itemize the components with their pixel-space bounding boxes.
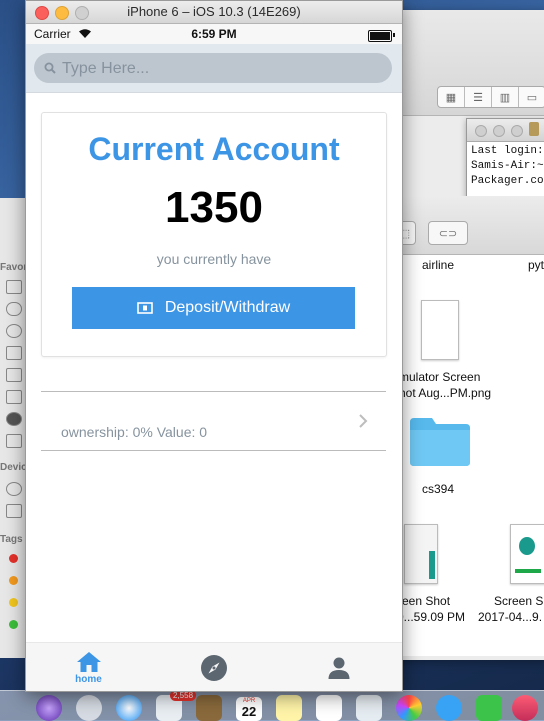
sidebar-desktop-icon[interactable] bbox=[6, 368, 22, 382]
person-icon bbox=[328, 657, 349, 679]
file-label[interactable]: cs394 bbox=[422, 482, 454, 496]
battery-tip bbox=[393, 33, 395, 37]
icon-view-icon[interactable]: ▦ bbox=[438, 87, 465, 107]
sidebar-tags-label: Tags bbox=[0, 534, 23, 545]
terminal-text: Last login: Samis-Air:~ Packager.co bbox=[467, 142, 544, 191]
terminal-window: Last login: Samis-Air:~ Packager.co bbox=[466, 118, 544, 200]
tab-profile[interactable] bbox=[276, 643, 401, 691]
simulator-title: iPhone 6 – iOS 10.3 (14E269) bbox=[127, 4, 301, 19]
account-balance: 1350 bbox=[165, 183, 263, 232]
search-input[interactable] bbox=[60, 53, 384, 85]
tag-orange[interactable] bbox=[9, 576, 18, 585]
sidebar-disk-icon[interactable] bbox=[6, 482, 22, 496]
file-label[interactable]: reen Shot bbox=[398, 594, 450, 608]
battery-icon bbox=[368, 30, 392, 42]
sidebar-doc-icon[interactable] bbox=[6, 280, 22, 294]
launchpad-icon[interactable] bbox=[76, 695, 102, 721]
siri-icon[interactable] bbox=[36, 695, 62, 721]
terminal-folder-icon bbox=[529, 122, 539, 136]
calendar-icon[interactable]: APR 22 bbox=[236, 697, 262, 721]
screenshot-thumb[interactable] bbox=[421, 300, 459, 360]
deposit-withdraw-label: Deposit/Withdraw bbox=[164, 299, 291, 316]
file-label[interactable]: hot Aug...PM.png bbox=[399, 386, 491, 400]
column-view-icon[interactable]: ▥ bbox=[492, 87, 519, 107]
window-zoom-button[interactable] bbox=[75, 6, 89, 20]
card-title: Current Account bbox=[88, 131, 340, 167]
reminders-icon[interactable] bbox=[316, 695, 342, 721]
notes-icon[interactable] bbox=[276, 695, 302, 721]
file-label[interactable]: mulator Screen bbox=[399, 370, 480, 384]
search-bar bbox=[26, 44, 402, 93]
terminal-line: Samis-Air:~ bbox=[471, 160, 544, 172]
terminal-zoom-button[interactable] bbox=[511, 125, 523, 137]
terminal-titlebar bbox=[467, 119, 544, 142]
tag-yellow[interactable] bbox=[9, 598, 18, 607]
gallery-view-icon[interactable]: ▭ bbox=[519, 87, 544, 107]
ownership-text: ownership: 0% Value: 0 bbox=[61, 424, 208, 440]
search-icon bbox=[44, 62, 56, 74]
sidebar-airdrop-icon[interactable] bbox=[6, 324, 22, 338]
contacts-icon[interactable] bbox=[196, 695, 222, 721]
tag-green[interactable] bbox=[9, 620, 18, 629]
calendar-day: 22 bbox=[241, 704, 257, 719]
terminal-line: Packager.co bbox=[471, 175, 544, 187]
list-divider-bottom bbox=[41, 450, 386, 451]
sidebar-apps-icon[interactable] bbox=[6, 346, 22, 360]
view-buttons[interactable]: ▦ ☰ ▥ ▭ bbox=[437, 86, 544, 108]
search-box[interactable] bbox=[34, 53, 392, 85]
terminal-minimize-button[interactable] bbox=[493, 125, 505, 137]
safari-icon[interactable] bbox=[116, 695, 142, 721]
sidebar-drive-icon[interactable] bbox=[6, 504, 22, 518]
file-label[interactable]: airline bbox=[422, 258, 454, 272]
dock: 2,558 APR 22 bbox=[0, 690, 544, 721]
money-icon bbox=[137, 302, 153, 314]
facetime-icon[interactable] bbox=[476, 695, 502, 721]
terminal-close-button[interactable] bbox=[475, 125, 487, 137]
tab-bar: home bbox=[26, 642, 402, 691]
messages-icon[interactable] bbox=[436, 695, 462, 721]
chevron-right-icon bbox=[359, 414, 368, 428]
preview-icon[interactable] bbox=[356, 695, 382, 721]
list-view-icon[interactable]: ☰ bbox=[465, 87, 492, 107]
sidebar-cloud-icon[interactable] bbox=[6, 302, 22, 316]
list-item[interactable]: ownership: 0% Value: 0 bbox=[41, 392, 386, 450]
balance-caption: you currently have bbox=[156, 251, 272, 267]
folder-icon[interactable] bbox=[410, 416, 470, 466]
finder2-toolbar: ⬚ ⊂⊃ bbox=[394, 196, 544, 255]
tag-button[interactable]: ⊂⊃ bbox=[428, 221, 468, 245]
sidebar-downloads-icon[interactable] bbox=[6, 412, 22, 426]
sidebar-devices-label: Devic bbox=[0, 462, 27, 473]
file-label[interactable]: 2017-04...9. bbox=[478, 610, 542, 624]
file-label[interactable]: Screen S bbox=[494, 594, 543, 608]
account-card: Current Account 1350 you currently have … bbox=[41, 112, 387, 357]
tab-explore[interactable] bbox=[151, 643, 276, 691]
tag-red[interactable] bbox=[9, 554, 18, 563]
itunes-icon[interactable] bbox=[512, 695, 538, 721]
tab-home-label: home bbox=[75, 673, 102, 685]
file-label[interactable]: pyt bbox=[528, 258, 544, 272]
screenshot-thumb[interactable] bbox=[404, 524, 438, 584]
photos-icon[interactable] bbox=[396, 695, 422, 721]
status-bar: Carrier 6:59 PM bbox=[26, 24, 402, 44]
status-time: 6:59 PM bbox=[191, 27, 237, 41]
home-icon bbox=[76, 651, 101, 672]
file-label[interactable]: 0...59.09 PM bbox=[397, 610, 465, 624]
window-close-button[interactable] bbox=[35, 6, 49, 20]
compass-icon bbox=[200, 654, 227, 681]
window-minimize-button[interactable] bbox=[55, 6, 69, 20]
deposit-withdraw-button[interactable]: Deposit/Withdraw bbox=[72, 287, 355, 329]
terminal-line: Last login: bbox=[471, 145, 544, 157]
simulator-window: iPhone 6 – iOS 10.3 (14E269) Carrier 6:5… bbox=[25, 0, 403, 692]
sidebar-folder-icon[interactable] bbox=[6, 434, 22, 448]
tab-home[interactable]: home bbox=[26, 643, 151, 691]
screenshot-thumb[interactable] bbox=[510, 524, 544, 584]
sidebar-documents-icon[interactable] bbox=[6, 390, 22, 404]
finder-toolbar: ▦ ☰ ▥ ▭ bbox=[391, 10, 544, 116]
sidebar-favorites-label: Favor bbox=[0, 262, 28, 273]
simulator-titlebar: iPhone 6 – iOS 10.3 (14E269) bbox=[26, 1, 402, 24]
